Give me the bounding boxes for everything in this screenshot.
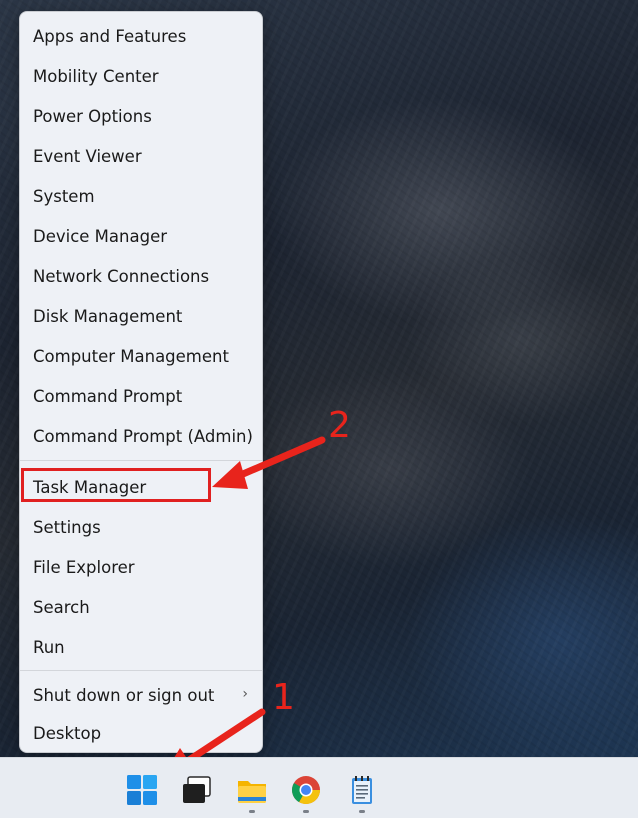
menu-item-event-viewer[interactable]: Event Viewer [20,136,262,176]
menu-item-disk-management[interactable]: Disk Management [20,296,262,336]
menu-item-task-manager[interactable]: Task Manager [20,467,262,507]
menu-item-label: Shut down or sign out [33,685,215,705]
annotation-step-1: 1 [272,677,295,718]
winx-context-menu: Apps and Features Mobility Center Power … [19,11,263,753]
menu-item-shut-down-or-sign-out[interactable]: Shut down or sign out › [20,675,262,715]
menu-separator [20,460,262,461]
menu-item-search[interactable]: Search [20,587,262,627]
menu-item-command-prompt[interactable]: Command Prompt [20,376,262,416]
menu-item-label: Search [33,597,90,617]
menu-item-label: Computer Management [33,346,229,366]
menu-item-power-options[interactable]: Power Options [20,96,262,136]
menu-item-label: Settings [33,517,101,537]
file-explorer-icon[interactable] [236,774,268,806]
menu-item-computer-management[interactable]: Computer Management [20,336,262,376]
start-icon[interactable] [126,774,158,806]
menu-item-label: Mobility Center [33,66,159,86]
menu-item-label: Event Viewer [33,146,142,166]
menu-item-network-connections[interactable]: Network Connections [20,256,262,296]
menu-item-label: Desktop [33,723,102,743]
notepad-icon[interactable] [346,774,378,806]
menu-item-label: File Explorer [33,557,135,577]
menu-item-label: Device Manager [33,226,167,246]
menu-item-mobility-center[interactable]: Mobility Center [20,56,262,96]
menu-item-command-prompt-admin[interactable]: Command Prompt (Admin) [20,416,262,456]
menu-item-desktop[interactable]: Desktop [20,713,262,753]
menu-item-apps-and-features[interactable]: Apps and Features [20,16,262,56]
menu-item-label: Command Prompt (Admin) [33,426,253,446]
menu-item-settings[interactable]: Settings [20,507,262,547]
menu-item-label: System [33,186,95,206]
menu-item-label: Power Options [33,106,152,126]
menu-item-label: Command Prompt [33,386,183,406]
menu-item-file-explorer[interactable]: File Explorer [20,547,262,587]
menu-item-device-manager[interactable]: Device Manager [20,216,262,256]
menu-item-label: Disk Management [33,306,183,326]
running-indicator [359,810,365,813]
chevron-right-icon: › [242,686,248,702]
running-indicator [249,810,255,813]
menu-item-label: Network Connections [33,266,210,286]
chrome-icon[interactable] [290,774,322,806]
menu-item-system[interactable]: System [20,176,262,216]
menu-item-label: Task Manager [33,477,147,497]
menu-item-label: Apps and Features [33,26,187,46]
annotation-step-2: 2 [328,405,351,446]
taskbar [0,757,638,818]
task-view-icon[interactable] [181,774,213,806]
menu-item-run[interactable]: Run [20,627,262,667]
running-indicator [303,810,309,813]
menu-separator [20,670,262,671]
menu-item-label: Run [33,637,65,657]
